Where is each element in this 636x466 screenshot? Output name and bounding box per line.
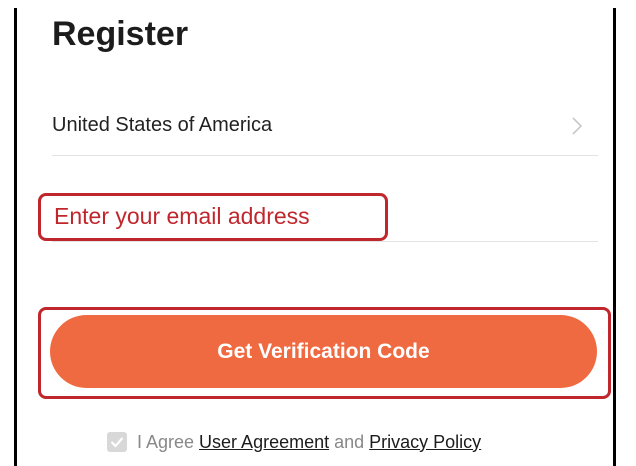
checkmark-icon (110, 437, 124, 448)
country-value: United States of America (52, 114, 273, 136)
agree-checkbox[interactable] (107, 432, 127, 452)
cropped-caption-strip (0, 0, 636, 8)
page-title: Register (52, 15, 189, 53)
chevron-right-icon (570, 115, 584, 137)
agree-prefix: I Agree (137, 431, 195, 452)
register-page: Register United States of America Get Ve… (0, 0, 636, 466)
agreement-row: I Agree User Agreement and Privacy Polic… (107, 429, 481, 455)
email-input[interactable] (52, 196, 594, 236)
email-field-row (52, 194, 598, 242)
agree-conjunction: and (334, 431, 365, 452)
user-agreement-link[interactable]: User Agreement (199, 432, 329, 453)
get-verification-code-button[interactable]: Get Verification Code (50, 315, 597, 388)
country-selector[interactable]: United States of America (52, 106, 598, 156)
privacy-policy-link[interactable]: Privacy Policy (369, 432, 481, 453)
